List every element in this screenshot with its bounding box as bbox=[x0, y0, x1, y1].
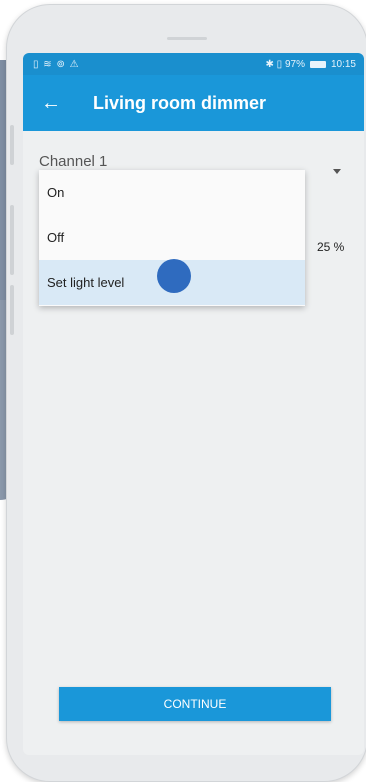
phone-screen: ▯ ≋ ⊚ ⚠ ✱ ▯ 97% 10:15 ← Living room dimm… bbox=[23, 53, 364, 755]
phone-frame: ▯ ≋ ⊚ ⚠ ✱ ▯ 97% 10:15 ← Living room dimm… bbox=[6, 4, 366, 782]
app-bar: ← Living room dimmer bbox=[23, 75, 364, 131]
channel-label: Channel 1 bbox=[39, 153, 108, 170]
menu-item-label: Off bbox=[47, 230, 65, 245]
touch-indicator bbox=[157, 259, 191, 293]
phone-side-button bbox=[10, 125, 14, 165]
status-icons-right: ✱ ▯ 97% 10:15 bbox=[266, 59, 356, 70]
continue-button[interactable]: CONTINUE bbox=[59, 687, 331, 721]
status-icons-left: ▯ ≋ ⊚ ⚠ bbox=[33, 58, 80, 70]
phone-speaker bbox=[167, 37, 207, 40]
menu-item-off[interactable]: Off bbox=[39, 215, 305, 260]
status-bar: ▯ ≋ ⊚ ⚠ ✱ ▯ 97% 10:15 bbox=[23, 53, 364, 75]
phone-side-button bbox=[10, 285, 14, 335]
light-level-value: 25 % bbox=[317, 240, 345, 254]
phone-side-button bbox=[10, 205, 14, 275]
back-arrow-icon[interactable]: ← bbox=[41, 92, 65, 115]
battery-icon bbox=[309, 60, 326, 68]
menu-item-on[interactable]: On bbox=[39, 170, 305, 215]
status-battery-text: ✱ ▯ 97% bbox=[265, 58, 305, 70]
menu-item-label: On bbox=[47, 185, 65, 200]
status-time: 10:15 bbox=[330, 58, 356, 70]
chevron-down-icon[interactable] bbox=[333, 169, 341, 174]
menu-item-label: Set light level bbox=[47, 275, 125, 290]
page-title: Living room dimmer bbox=[93, 92, 267, 113]
